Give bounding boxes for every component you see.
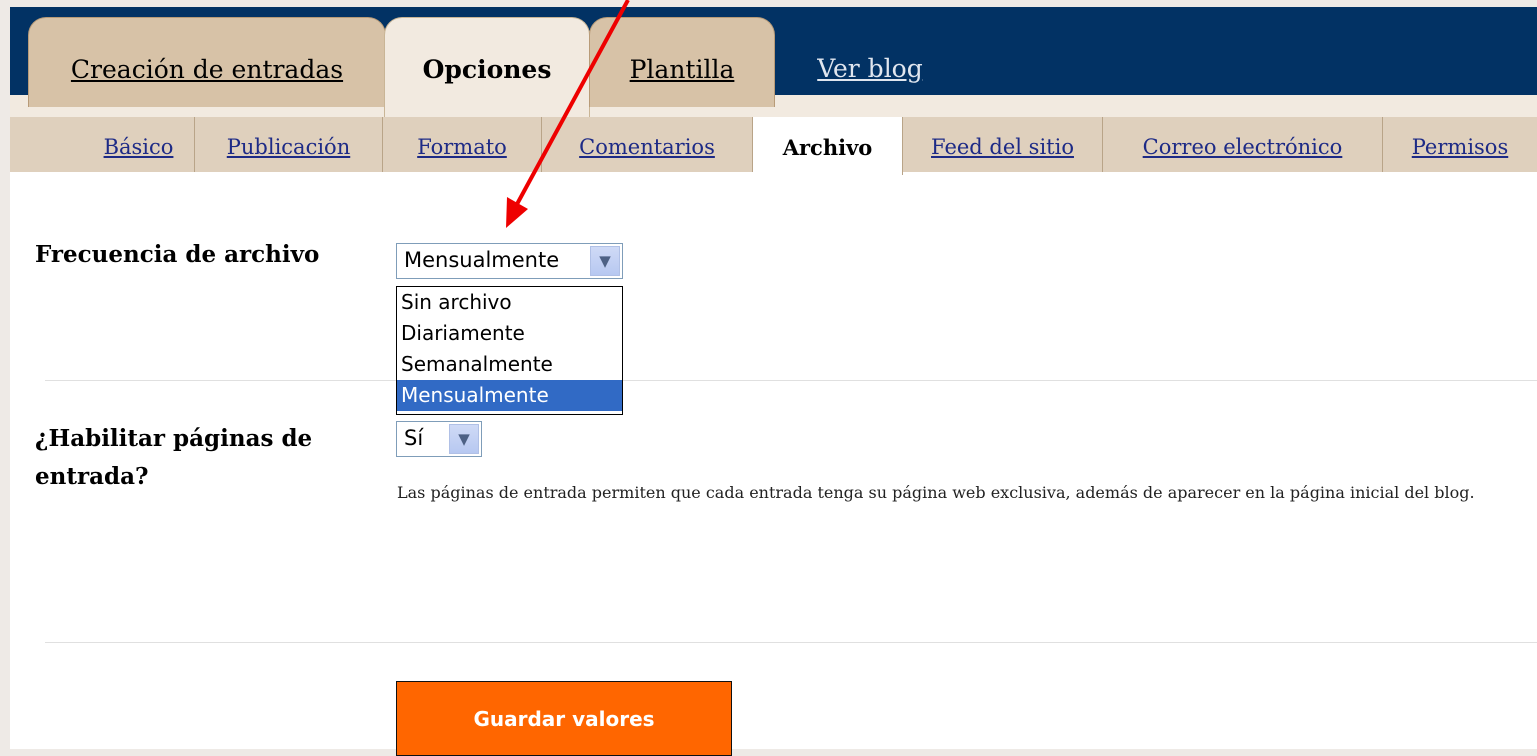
annotation-arrow-icon <box>506 0 630 228</box>
